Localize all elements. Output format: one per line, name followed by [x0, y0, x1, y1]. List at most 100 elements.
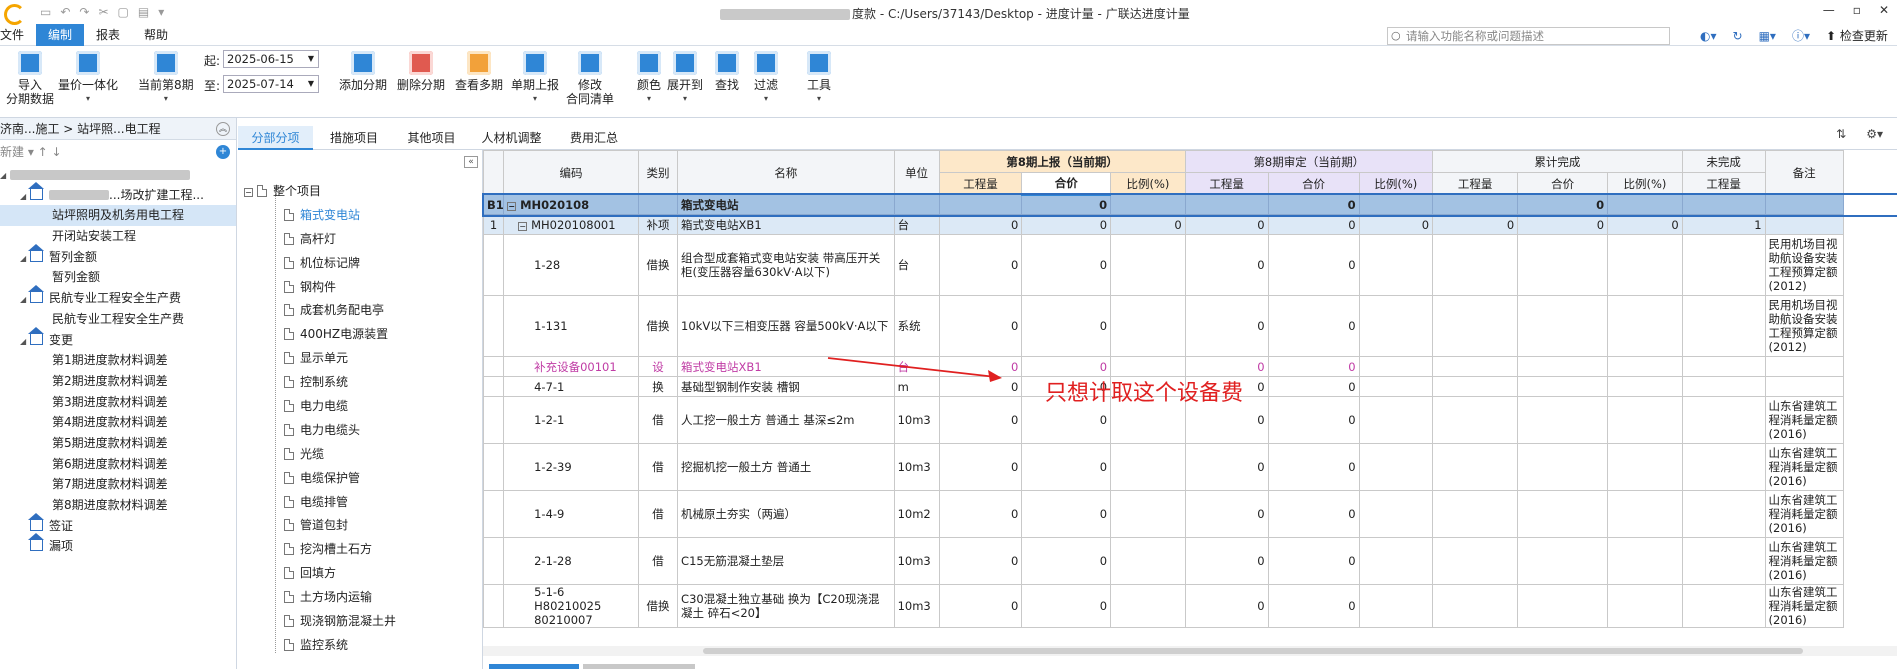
chevron-down-icon[interactable]: ◢: [20, 187, 30, 208]
paste-icon[interactable]: ▤: [138, 5, 149, 19]
start-date-input[interactable]: 2025-06-15 ▼: [223, 50, 319, 68]
table-cell[interactable]: 机械原土夯实（两遍）: [677, 490, 895, 538]
menu-help[interactable]: 帮助: [132, 24, 180, 46]
copy-icon[interactable]: ▢: [118, 5, 129, 19]
table-cell[interactable]: 0: [1184, 584, 1269, 628]
table-cell[interactable]: 0: [1184, 443, 1269, 491]
chevron-down-icon[interactable]: ◢: [0, 166, 10, 187]
table-cell[interactable]: [1764, 194, 1844, 215]
table-cell[interactable]: 10kV以下三相变压器 容量500kV·A以下: [677, 295, 895, 357]
table-cell[interactable]: 0: [1267, 194, 1360, 215]
table-cell[interactable]: [1110, 443, 1186, 491]
table-cell[interactable]: [1432, 376, 1519, 397]
table-cell[interactable]: 1-131: [503, 295, 639, 357]
table-cell[interactable]: 箱式变电站: [677, 194, 895, 215]
table-cell[interactable]: [1607, 490, 1683, 538]
tools-button[interactable]: 工具 ▾: [807, 51, 831, 106]
section-tree-item[interactable]: 400HZ电源装置: [238, 323, 483, 347]
table-row[interactable]: 1-4-9 借 机械原土夯实（两遍） 10m2 0 0 0 0 山东省建筑工程消耗量定额(201…: [482, 490, 1897, 538]
project-tree-item[interactable]: 第7期进度款材料调差: [0, 474, 236, 495]
table-cell[interactable]: [1681, 443, 1766, 491]
section-tree-item[interactable]: 箱式变电站: [238, 204, 483, 228]
tab-division-items[interactable]: 分部分项: [238, 126, 313, 150]
table-cell[interactable]: 0: [1184, 537, 1269, 585]
table-cell[interactable]: [1764, 356, 1844, 377]
project-tree-item[interactable]: 第6期进度款材料调差: [0, 454, 236, 475]
tab-material-adjust[interactable]: 人材机调整: [468, 126, 555, 150]
delete-period-button[interactable]: 删除分期: [397, 51, 445, 92]
table-cell[interactable]: [1517, 295, 1609, 357]
table-cell[interactable]: 0: [1021, 490, 1112, 538]
table-cell[interactable]: 0: [1021, 584, 1112, 628]
tab-cost-summary[interactable]: 费用汇总: [555, 126, 633, 150]
table-cell[interactable]: 0: [1184, 214, 1269, 235]
table-cell[interactable]: 0: [938, 396, 1023, 444]
col-cum-price[interactable]: 合价: [1517, 172, 1609, 195]
table-cell[interactable]: [1358, 194, 1434, 215]
menu-edit[interactable]: 编制: [36, 23, 85, 46]
section-tree-item[interactable]: 电缆保护管: [238, 467, 483, 491]
table-cell[interactable]: 0: [1267, 214, 1360, 235]
table-cell[interactable]: [1607, 537, 1683, 585]
add-period-button[interactable]: 添加分期: [339, 51, 387, 92]
project-tree-item[interactable]: 第5期进度款材料调差: [0, 433, 236, 454]
table-cell[interactable]: 0: [1267, 396, 1360, 444]
section-tree-item[interactable]: 电力电缆: [238, 395, 483, 419]
table-row[interactable]: 1-28 借换 组合型成套箱式变电站安装 带高压开关柜(变压器容量630kV·A以下…: [482, 234, 1897, 296]
table-cell[interactable]: − MH020108: [503, 194, 639, 215]
table-cell[interactable]: 0: [938, 490, 1023, 538]
table-cell[interactable]: 1-2-1: [503, 396, 639, 444]
table-cell[interactable]: [1432, 443, 1519, 491]
col-remark[interactable]: 备注: [1764, 150, 1844, 195]
table-cell[interactable]: 4-7-1: [503, 376, 639, 397]
table-cell[interactable]: [1517, 537, 1609, 585]
col-cum-ratio[interactable]: 比例(%): [1607, 172, 1683, 195]
table-cell[interactable]: 0: [1267, 490, 1360, 538]
table-cell[interactable]: [637, 194, 679, 215]
color-button[interactable]: 颜色 ▾: [637, 51, 661, 106]
table-cell[interactable]: 0: [1021, 295, 1112, 357]
section-tree-item[interactable]: 现浇钢筋混凝土井: [238, 610, 483, 634]
table-cell[interactable]: 0: [1267, 537, 1360, 585]
col-unit[interactable]: 单位: [893, 150, 940, 195]
project-tree-item[interactable]: ◢ 暂列金额: [0, 243, 236, 268]
table-cell[interactable]: [1358, 234, 1434, 296]
table-cell[interactable]: [1681, 194, 1766, 215]
info-icon[interactable]: ⓘ▾: [1792, 27, 1810, 44]
table-cell[interactable]: 民用机场目视助航设备安装工程预算定额(2012): [1764, 234, 1844, 296]
table-cell[interactable]: 1-28: [503, 234, 639, 296]
add-icon[interactable]: +: [216, 145, 230, 159]
table-cell[interactable]: [1517, 396, 1609, 444]
table-cell[interactable]: C15无筋混凝土垫层: [677, 537, 895, 585]
table-cell[interactable]: C30混凝土独立基础 换为【C20现浇混凝土 碎石<20】: [677, 584, 895, 628]
table-cell[interactable]: [1681, 295, 1766, 357]
table-cell[interactable]: [482, 234, 505, 296]
table-cell[interactable]: [1110, 584, 1186, 628]
collapse-box-icon[interactable]: −: [244, 188, 253, 197]
table-row[interactable]: 2-1-28 借 C15无筋混凝土垫层 10m3 0 0 0 0 山东省建筑工程消耗量定额(20…: [482, 537, 1897, 585]
view-multi-period-button[interactable]: 查看多期: [455, 51, 503, 92]
section-tree-item[interactable]: 成套机务配电亭: [238, 299, 483, 323]
apps-icon[interactable]: ▦▾: [1759, 29, 1776, 43]
table-cell[interactable]: 借: [637, 490, 679, 538]
table-cell[interactable]: [1358, 356, 1434, 377]
table-cell[interactable]: 0: [1267, 376, 1360, 397]
table-cell[interactable]: 借: [637, 396, 679, 444]
table-cell[interactable]: [1681, 584, 1766, 628]
section-tree-item[interactable]: 挖沟槽土石方: [238, 538, 483, 562]
filter-button[interactable]: 过滤 ▾: [754, 51, 778, 106]
table-row[interactable]: 5-1-6 H80210025 80210007 借换 C30混凝土独立基础 换为【…: [482, 584, 1897, 628]
table-cell[interactable]: [1358, 295, 1434, 357]
table-cell[interactable]: [1110, 295, 1186, 357]
table-cell[interactable]: 组合型成套箱式变电站安装 带高压开关柜(变压器容量630kV·A以下): [677, 234, 895, 296]
table-cell[interactable]: 山东省建筑工程消耗量定额(2016): [1764, 396, 1844, 444]
table-cell[interactable]: 0: [938, 295, 1023, 357]
section-tree-item[interactable]: 显示单元: [238, 347, 483, 371]
table-cell[interactable]: [1432, 194, 1519, 215]
table-cell[interactable]: 0: [1021, 537, 1112, 585]
col-unfinished-qty[interactable]: 工程量: [1681, 172, 1766, 195]
project-tree-item[interactable]: ◢ ...场改扩建工程...: [0, 181, 236, 208]
table-cell[interactable]: 1: [1681, 214, 1766, 235]
table-cell[interactable]: [1517, 584, 1609, 628]
redo-icon[interactable]: ↷: [79, 5, 89, 19]
